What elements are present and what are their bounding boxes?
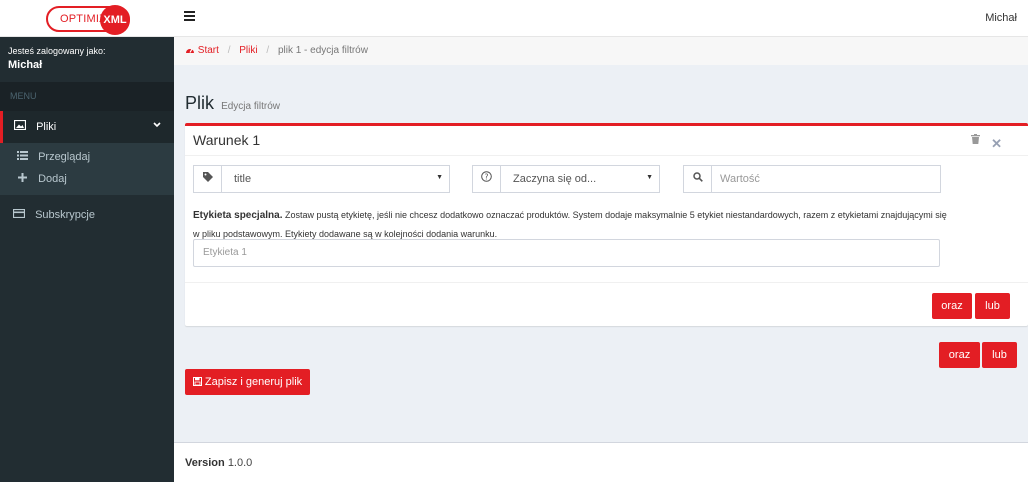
caret-down-icon: ▼ xyxy=(646,174,653,181)
sidebar-item-subscriptions[interactable]: Subskrypcje xyxy=(0,200,174,232)
search-icon xyxy=(684,166,712,192)
save-generate-button[interactable]: Zapisz i generuj plik xyxy=(185,369,310,395)
logo-area[interactable]: OPTIMIZE XML xyxy=(0,0,174,37)
condition-box: Warunek 1 ✕ title ▼ ? Zaczyna się od... … xyxy=(185,123,1028,326)
dashboard-icon xyxy=(186,48,194,53)
logged-in-name: Michał xyxy=(8,59,43,71)
logged-in-label: Jesteś zalogowany jako: xyxy=(8,46,106,56)
condition-footer: oraz lub xyxy=(185,282,1028,329)
svg-text:?: ? xyxy=(485,172,489,181)
sidebar-item-browse[interactable]: Przeglądaj xyxy=(0,147,174,169)
special-tag-note-text: Zostaw pustą etykietę, jeśli nie chcesz … xyxy=(193,210,947,239)
logo[interactable]: OPTIMIZE XML xyxy=(46,5,130,35)
value-input-group: Wartość xyxy=(683,165,941,193)
sidebar-item-label: Pliki xyxy=(36,121,57,133)
question-circle-icon: ? xyxy=(473,166,501,192)
field-select[interactable]: title ▼ xyxy=(222,166,449,192)
tag-icon xyxy=(194,166,222,192)
files-submenu: Przeglądaj Dodaj xyxy=(0,143,174,195)
field-select-value: title xyxy=(234,173,252,185)
sidebar-item-files[interactable]: Pliki xyxy=(0,111,174,143)
sidebar-item-add[interactable]: Dodaj xyxy=(0,169,174,191)
sidebar: Jesteś zalogowany jako: Michał MENU Plik… xyxy=(0,37,174,482)
menu-header: MENU xyxy=(0,82,174,111)
operator-select-group: ? Zaczyna się od... ▼ xyxy=(472,165,660,193)
trash-icon[interactable] xyxy=(971,134,980,147)
logo-badge: XML xyxy=(100,5,130,35)
credit-card-icon xyxy=(12,208,25,221)
field-select-group: title ▼ xyxy=(193,165,450,193)
chevron-down-icon xyxy=(153,120,161,131)
menu-toggle-icon[interactable] xyxy=(184,11,195,23)
top-navbar: OPTIMIZE XML Michał xyxy=(0,0,1028,37)
breadcrumb: Start / Pliki / plik 1 - edycja filtrów xyxy=(174,37,1028,65)
caret-down-icon: ▼ xyxy=(436,174,443,181)
main-content: Start / Pliki / plik 1 - edycja filtrów … xyxy=(174,37,1028,442)
image-icon xyxy=(13,119,26,133)
operator-select[interactable]: Zaczyna się od... ▼ xyxy=(501,166,659,192)
sidebar-item-label: Przeglądaj xyxy=(38,151,91,163)
tag-input[interactable]: Etykieta 1 xyxy=(193,239,940,267)
close-icon[interactable]: ✕ xyxy=(991,136,1002,152)
value-input[interactable]: Wartość xyxy=(712,166,940,192)
floppy-disk-icon xyxy=(192,376,205,388)
user-panel: Jesteś zalogowany jako: Michał xyxy=(0,37,174,82)
version-value: 1.0.0 xyxy=(227,457,253,469)
breadcrumb-files[interactable]: Pliki xyxy=(239,45,257,56)
user-menu[interactable]: Michał xyxy=(985,12,1017,24)
plus-icon xyxy=(16,173,29,185)
page-title: Plik Edycja filtrów xyxy=(185,93,280,114)
version-label: Version xyxy=(185,457,225,469)
breadcrumb-current: plik 1 - edycja filtrów xyxy=(277,45,368,56)
condition-title: Warunek 1 xyxy=(193,132,261,148)
sidebar-item-label: Dodaj xyxy=(38,173,67,185)
sidebar-item-label: Subskrypcje xyxy=(35,209,95,221)
save-generate-label: Zapisz i generuj plik xyxy=(204,376,303,388)
or-button[interactable]: lub xyxy=(975,293,1010,319)
operator-select-value: Zaczyna się od... xyxy=(513,173,597,185)
page-title-text: Plik xyxy=(185,93,215,113)
breadcrumb-start-label: Start xyxy=(197,45,219,56)
page-subtitle: Edycja filtrów xyxy=(221,101,280,112)
add-or-group-button[interactable]: lub xyxy=(982,342,1017,368)
breadcrumb-start[interactable]: Start xyxy=(185,45,222,56)
special-tag-note-title: Etykieta specjalna. xyxy=(193,210,283,221)
and-button[interactable]: oraz xyxy=(932,293,972,319)
condition-header: Warunek 1 xyxy=(185,126,1028,156)
list-icon xyxy=(16,151,29,163)
add-and-group-button[interactable]: oraz xyxy=(939,342,980,368)
page-footer: Version 1.0.0 xyxy=(174,442,1028,482)
